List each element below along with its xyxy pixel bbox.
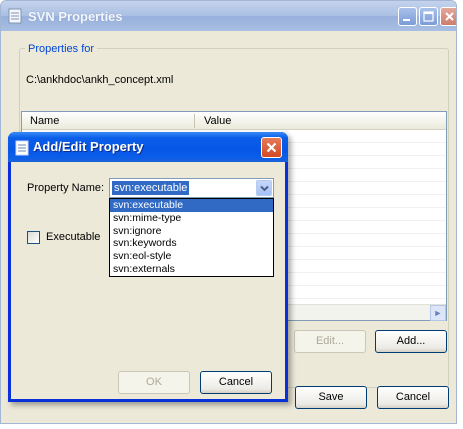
- edit-button[interactable]: Edit...: [294, 330, 366, 353]
- dropdown-option[interactable]: svn:executable: [110, 199, 273, 212]
- main-close-button[interactable]: [440, 7, 456, 26]
- document-icon: [15, 140, 29, 159]
- close-icon: [266, 142, 277, 153]
- dropdown-option[interactable]: svn:externals: [110, 263, 273, 276]
- minimize-button[interactable]: [398, 7, 417, 26]
- main-window-title: SVN Properties: [28, 9, 123, 24]
- dialog-cancel-button[interactable]: Cancel: [200, 371, 272, 394]
- close-icon: [445, 12, 454, 21]
- chevron-down-icon: [260, 185, 269, 192]
- combobox-dropdown-button[interactable]: [256, 180, 272, 196]
- property-name-value[interactable]: svn:executable: [112, 181, 190, 195]
- executable-checkbox-label[interactable]: Executable: [46, 231, 100, 243]
- maximize-button[interactable]: [419, 7, 438, 26]
- main-titlebar[interactable]: SVN Properties: [1, 1, 456, 31]
- dialog-title: Add/Edit Property: [33, 139, 144, 154]
- dropdown-option[interactable]: svn:eol-style: [110, 250, 273, 263]
- dropdown-option[interactable]: svn:ignore: [110, 225, 273, 238]
- column-separator[interactable]: [194, 114, 195, 128]
- column-header-value[interactable]: Value: [204, 115, 231, 127]
- save-button[interactable]: Save: [295, 386, 367, 409]
- dialog-titlebar[interactable]: Add/Edit Property: [8, 132, 288, 162]
- property-name-combobox[interactable]: svn:executable: [109, 178, 274, 198]
- dropdown-option[interactable]: svn:mime-type: [110, 212, 273, 225]
- property-name-dropdown-list[interactable]: svn:executable svn:mime-type svn:ignore …: [109, 198, 274, 277]
- add-button[interactable]: Add...: [375, 330, 447, 353]
- properties-for-label: Properties for: [25, 43, 98, 55]
- scroll-right-icon[interactable]: ►: [430, 305, 446, 321]
- list-header: Name Value: [22, 112, 446, 130]
- dialog-client-area: Property Name: svn:executable svn:execut…: [11, 162, 285, 399]
- maximize-icon: [423, 11, 434, 22]
- column-header-name[interactable]: Name: [30, 115, 59, 127]
- add-edit-property-dialog: Add/Edit Property Property Name: svn:exe…: [8, 132, 288, 402]
- executable-checkbox[interactable]: [27, 231, 40, 244]
- document-icon: [8, 8, 22, 27]
- ok-button[interactable]: OK: [118, 371, 190, 394]
- dialog-close-button[interactable]: [261, 137, 282, 158]
- minimize-icon: [403, 19, 410, 21]
- dropdown-option[interactable]: svn:keywords: [110, 237, 273, 250]
- property-name-label: Property Name:: [27, 182, 105, 194]
- main-cancel-button[interactable]: Cancel: [377, 386, 449, 409]
- file-path: C:\ankhdoc\ankh_concept.xml: [26, 74, 174, 86]
